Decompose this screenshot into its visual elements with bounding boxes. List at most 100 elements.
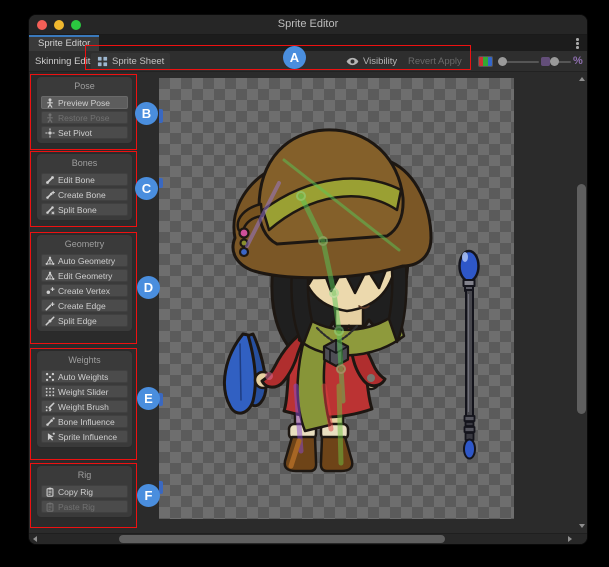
bone-opacity-slider-knob[interactable] — [498, 57, 507, 66]
character-sprite — [159, 78, 514, 519]
weight-slider-button[interactable]: Weight Slider — [41, 385, 128, 398]
button-label: Weight Slider — [58, 387, 108, 397]
visibility-toggle[interactable]: Visibility — [346, 54, 397, 69]
button-label: Bone Influence — [58, 417, 115, 427]
edit-bone-icon — [45, 175, 55, 185]
panel-title: Pose — [41, 80, 128, 94]
button-label: Auto Weights — [58, 372, 108, 382]
paste-rig-button[interactable]: Paste Rig — [41, 500, 128, 513]
create-edge-icon — [45, 301, 55, 311]
weight-brush-button[interactable]: Weight Brush — [41, 400, 128, 413]
button-label: Preview Pose — [58, 98, 110, 108]
panel-bones: Bones Edit Bone Create Bone Split Bone — [36, 153, 133, 221]
sprite-sheet-button[interactable]: Sprite Sheet — [91, 53, 170, 70]
sprite-influence-button[interactable]: Sprite Influence — [41, 430, 128, 443]
button-label: Split Edge — [58, 316, 97, 326]
create-vertex-icon — [45, 286, 55, 296]
split-edge-icon — [45, 316, 55, 326]
button-label: Auto Geometry — [58, 256, 115, 266]
sprite-sheet-icon — [97, 56, 108, 67]
set-pivot-icon — [45, 128, 55, 138]
paste-rig-icon — [45, 502, 55, 512]
menu-kebab-icon[interactable] — [576, 38, 579, 49]
mesh-opacity-slider-knob[interactable] — [550, 57, 559, 66]
copy-rig-icon — [45, 487, 55, 497]
toolbar: Skinning Editor Sprite Sheet Visibility … — [29, 51, 587, 72]
create-bone-icon — [45, 190, 55, 200]
scroll-right-arrow[interactable] — [568, 536, 572, 542]
annotation-letter-d: D — [137, 276, 160, 299]
tab-row: Sprite Editor — [29, 35, 587, 51]
edit-geometry-button[interactable]: Edit Geometry — [41, 269, 128, 282]
edit-geometry-icon — [45, 271, 55, 281]
create-bone-button[interactable]: Create Bone — [41, 188, 128, 201]
annotation-letter-e: E — [137, 387, 160, 410]
button-label: Create Vertex — [58, 286, 110, 296]
button-label: Copy Rig — [58, 487, 93, 497]
split-edge-button[interactable]: Split Edge — [41, 314, 128, 327]
sprite-editor-window: Sprite Editor Sprite Editor Skinning Edi… — [28, 14, 588, 545]
restore-pose-button[interactable]: Restore Pose — [41, 111, 128, 124]
tab-sprite-editor[interactable]: Sprite Editor — [29, 35, 99, 51]
sprite-canvas[interactable] — [159, 78, 514, 519]
panel-title: Weights — [41, 354, 128, 368]
button-label: Set Pivot — [58, 128, 92, 138]
apply-button[interactable]: Apply — [438, 54, 462, 69]
auto-geometry-button[interactable]: Auto Geometry — [41, 254, 128, 267]
title-bar: Sprite Editor — [29, 15, 587, 35]
panel-pose: Pose Preview Pose Restore Pose Set Pivot — [36, 76, 133, 144]
panel-title: Geometry — [41, 238, 128, 252]
scroll-up-arrow[interactable] — [579, 77, 585, 81]
button-label: Create Bone — [58, 190, 106, 200]
copy-rig-button[interactable]: Copy Rig — [41, 485, 128, 498]
bone-opacity-slider-track[interactable] — [503, 61, 539, 63]
button-label: Paste Rig — [58, 502, 95, 512]
character-hat — [233, 130, 431, 278]
restore-pose-icon — [45, 113, 55, 123]
button-label: Edit Bone — [58, 175, 95, 185]
window-title: Sprite Editor — [29, 18, 587, 30]
button-label: Create Edge — [58, 301, 106, 311]
eye-icon — [346, 57, 359, 66]
panel-geometry: Geometry Auto Geometry Edit Geometry Create… — [36, 234, 133, 332]
visibility-label: Visibility — [363, 56, 397, 67]
button-label: Edit Geometry — [58, 271, 112, 281]
panel-title: Bones — [41, 157, 128, 171]
preview-pose-button[interactable]: Preview Pose — [41, 96, 128, 109]
weight-brush-icon — [45, 402, 55, 412]
panel-weights: Weights Auto Weights Weight Slider Weight B… — [36, 350, 133, 448]
mesh-opacity-icon — [541, 57, 550, 66]
scroll-left-arrow[interactable] — [33, 536, 37, 542]
auto-geometry-icon — [45, 256, 55, 266]
weight-slider-icon — [45, 387, 55, 397]
mode-dropdown-label: Skinning Editor — [35, 54, 99, 69]
vertical-scrollbar-thumb[interactable] — [577, 184, 586, 414]
split-bone-button[interactable]: Split Bone — [41, 203, 128, 216]
panel-rig: Rig Copy Rig Paste Rig — [36, 465, 133, 518]
button-label: Sprite Influence — [58, 432, 117, 442]
button-label: Weight Brush — [58, 402, 109, 412]
color-swatch-icon[interactable] — [478, 56, 493, 67]
sprite-influence-icon — [45, 432, 55, 442]
bone-influence-button[interactable]: Bone Influence — [41, 415, 128, 428]
auto-weights-button[interactable]: Auto Weights — [41, 370, 128, 383]
opacity-percent-icon: % — [573, 55, 583, 67]
preview-pose-icon — [45, 98, 55, 108]
annotation-letter-c: C — [135, 177, 158, 200]
scroll-down-arrow[interactable] — [579, 524, 585, 528]
create-vertex-button[interactable]: Create Vertex — [41, 284, 128, 297]
bone-influence-icon — [45, 417, 55, 427]
set-pivot-button[interactable]: Set Pivot — [41, 126, 128, 139]
auto-weights-icon — [45, 372, 55, 382]
split-bone-icon — [45, 205, 55, 215]
revert-button[interactable]: Revert — [408, 54, 436, 69]
horizontal-scrollbar-thumb[interactable] — [119, 535, 445, 543]
panel-title: Rig — [41, 469, 128, 483]
button-label: Restore Pose — [58, 113, 110, 123]
edit-bone-button[interactable]: Edit Bone — [41, 173, 128, 186]
sprite-sheet-label: Sprite Sheet — [112, 56, 164, 67]
annotation-letter-b: B — [135, 102, 158, 125]
create-edge-button[interactable]: Create Edge — [41, 299, 128, 312]
annotation-letter-f: F — [137, 484, 160, 507]
button-label: Split Bone — [58, 205, 97, 215]
